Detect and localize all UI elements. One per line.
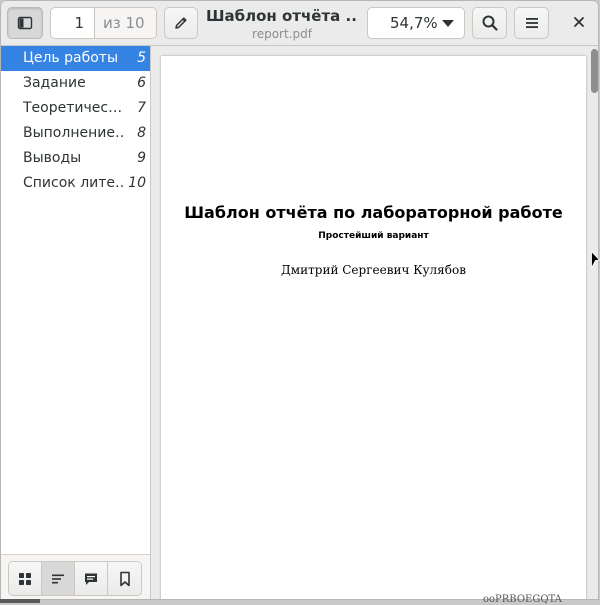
toc-item-0[interactable]: Цель работы 5	[1, 46, 150, 71]
toc-item-label: Выводы	[23, 150, 82, 166]
toc-item-label: Список лите…	[23, 175, 123, 191]
comment-icon	[85, 573, 97, 585]
sidebar-toggle-button[interactable]	[7, 7, 43, 39]
window-title: Шаблон отчёта ... report.pdf	[206, 6, 358, 42]
pdf-page: Шаблон отчёта по лабораторной работе Про…	[161, 56, 586, 599]
sidebar-mode-bar	[1, 554, 150, 599]
document-subtitle: Простейший вариант	[318, 231, 429, 241]
zoom-value: 54,7%	[390, 14, 438, 32]
document-heading: Шаблон отчёта по лабораторной работе	[184, 203, 563, 222]
current-page-input[interactable]: 1	[51, 8, 95, 38]
toc-item-page: 9	[137, 150, 146, 166]
toc-item-label: Выполнение…	[23, 125, 123, 141]
page-number-entry[interactable]: 1 из 10	[50, 7, 157, 39]
search-button[interactable]	[472, 7, 507, 39]
main-menu-button[interactable]	[514, 7, 549, 39]
sidebar-mode-switcher	[8, 561, 142, 596]
outline-tab[interactable]	[42, 562, 75, 595]
toc-item-3[interactable]: Выполнение… 8	[1, 121, 150, 146]
close-icon	[574, 17, 584, 27]
search-icon	[482, 15, 498, 31]
toc-item-4[interactable]: Выводы 9	[1, 146, 150, 171]
close-window-button[interactable]	[567, 11, 591, 35]
filename-label: report.pdf	[252, 27, 312, 41]
toc-item-page: 8	[137, 125, 146, 141]
toc-item-label: Теоретичес…	[23, 100, 123, 116]
toc-item-page: 10	[128, 175, 146, 191]
bookmark-icon	[119, 571, 130, 586]
desktop-background	[0, 599, 40, 603]
zoom-dropdown[interactable]: 54,7%	[367, 7, 465, 39]
dropdown-arrow-icon	[442, 20, 454, 27]
toc-item-2[interactable]: Теоретичес… 7	[1, 96, 150, 121]
outline-sidebar: Цель работы 5 Задание 6 Теоретичес… 7 Вы…	[1, 46, 151, 599]
document-author: Дмитрий Сергеевич Кулябов	[281, 263, 466, 277]
document-title-label: Шаблон отчёта ...	[206, 7, 358, 25]
outline-list-icon	[52, 574, 64, 583]
mouse-cursor-icon	[591, 251, 600, 269]
headerbar: 1 из 10 Шаблон отчёта ... report.pdf 54,…	[1, 1, 598, 46]
toc-item-label: Цель работы	[23, 50, 119, 66]
background-window-text: ooPRBOEGQTA	[483, 594, 562, 605]
bookmarks-tab[interactable]	[108, 562, 141, 595]
toc-item-page: 6	[137, 75, 146, 91]
toc-item-label: Задание	[23, 75, 86, 91]
annotate-button[interactable]	[164, 7, 198, 39]
annotations-tab[interactable]	[75, 562, 108, 595]
vertical-scrollbar[interactable]	[591, 49, 598, 93]
document-viewer-window: 1 из 10 Шаблон отчёта ... report.pdf 54,…	[0, 0, 599, 600]
pencil-icon	[175, 17, 187, 29]
sidebar-icon	[17, 16, 33, 30]
total-pages-label: из 10	[95, 8, 156, 38]
thumbnails-tab[interactable]	[9, 562, 42, 595]
toc-item-1[interactable]: Задание 6	[1, 71, 150, 96]
toc-item-5[interactable]: Список лите… 10	[1, 171, 150, 196]
toc-item-page: 5	[137, 50, 146, 66]
grid-icon	[19, 572, 31, 585]
toc-item-page: 7	[137, 100, 146, 116]
hamburger-menu-icon	[525, 18, 538, 28]
document-view[interactable]: Шаблон отчёта по лабораторной работе Про…	[151, 46, 598, 599]
